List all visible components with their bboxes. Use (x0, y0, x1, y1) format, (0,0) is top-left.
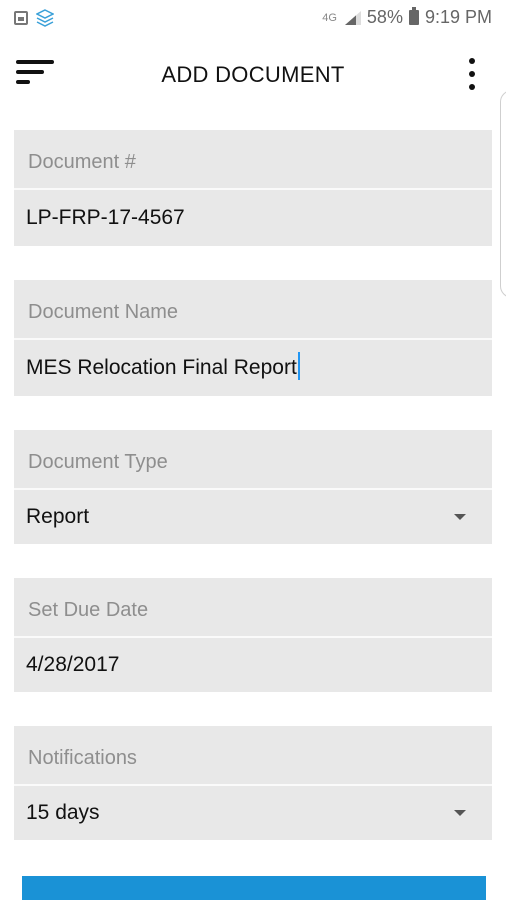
document-name-input[interactable]: MES Relocation Final Report (14, 340, 492, 396)
battery-percent: 58% (366, 7, 403, 27)
image-notification-icon (14, 11, 28, 25)
page-title: ADD DOCUMENT (161, 62, 345, 87)
signal-strength-icon (344, 10, 361, 25)
document-type-field[interactable]: Document Type Report (14, 430, 492, 544)
document-name-text: MES Relocation Final Report (26, 356, 297, 379)
status-bar: 4G 58% 9:19 PM (0, 0, 506, 36)
document-number-label: Document # (14, 130, 492, 190)
submit-button[interactable] (22, 876, 486, 900)
clock: 9:19 PM (424, 7, 492, 27)
edge-panel-handle[interactable] (500, 90, 506, 298)
dropdown-arrow-icon (454, 514, 466, 520)
document-type-value: Report (26, 505, 90, 528)
battery-icon (408, 7, 419, 25)
document-name-field[interactable]: Document Name MES Relocation Final Repor… (14, 280, 492, 396)
document-type-label: Document Type (14, 430, 492, 490)
network-type-label: 4G (322, 11, 337, 24)
document-number-input[interactable]: LP-FRP-17-4567 (14, 190, 492, 246)
add-document-form: Document # LP-FRP-17-4567 Document Name … (14, 130, 492, 874)
layers-app-icon (36, 9, 54, 27)
text-cursor (297, 352, 300, 381)
notifications-field[interactable]: Notifications 15 days (14, 726, 492, 840)
notifications-value: 15 days (26, 801, 100, 824)
document-number-field[interactable]: Document # LP-FRP-17-4567 (14, 130, 492, 246)
status-bar-left (14, 9, 54, 27)
notifications-select[interactable]: 15 days (14, 786, 492, 840)
document-type-select[interactable]: Report (14, 490, 492, 544)
dropdown-arrow-icon (454, 810, 466, 816)
app-bar: ADD DOCUMENT (0, 36, 506, 112)
document-name-label: Document Name (14, 280, 492, 340)
status-bar-right: 4G 58% 9:19 PM (322, 7, 492, 28)
more-options-icon[interactable] (460, 56, 484, 92)
due-date-input[interactable]: 4/28/2017 (14, 638, 492, 692)
notifications-label: Notifications (14, 726, 492, 786)
due-date-label: Set Due Date (14, 578, 492, 638)
due-date-field[interactable]: Set Due Date 4/28/2017 (14, 578, 492, 692)
